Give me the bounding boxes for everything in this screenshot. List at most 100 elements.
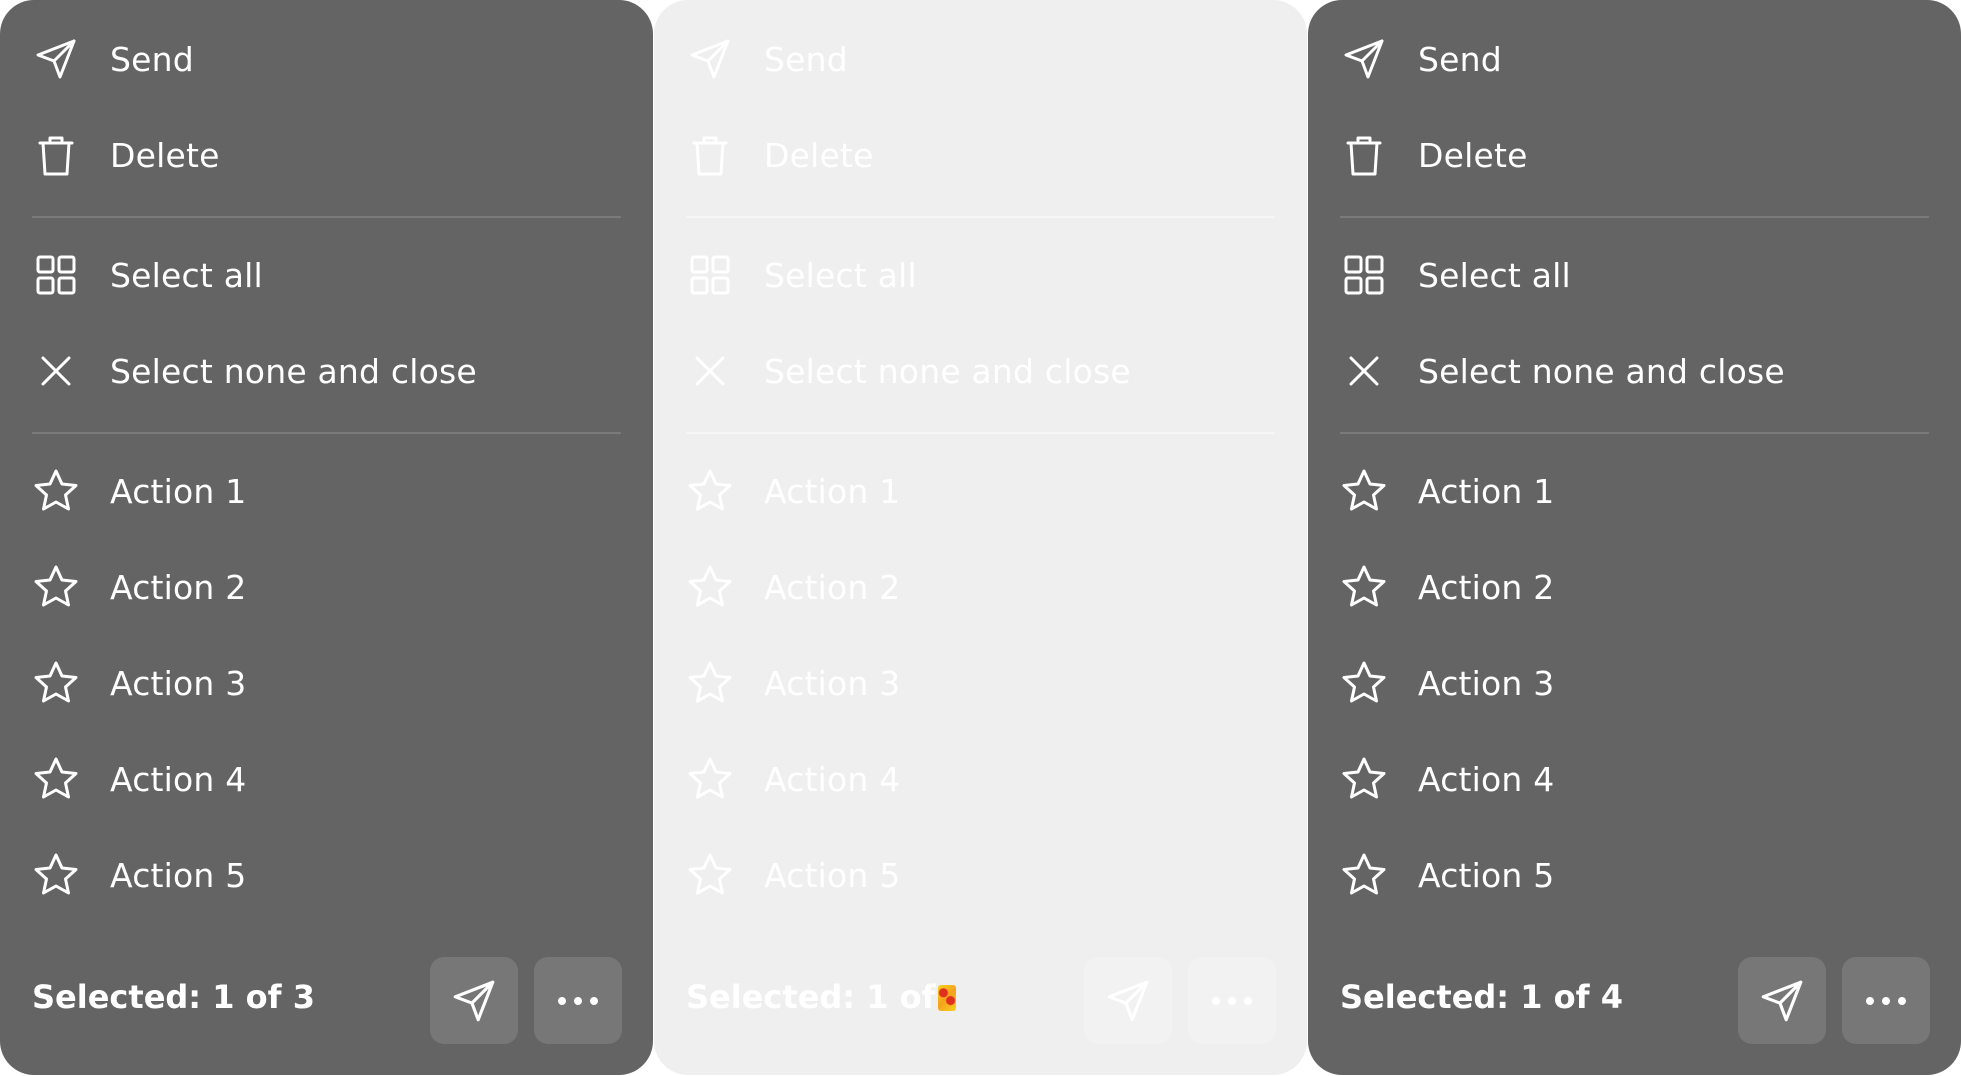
menu-item-label: Action 3 [110,663,247,703]
selection-count: Selected: 1 of 3 [32,978,315,1016]
action-menu-panel-3: Send Delete Select all Select none and c… [1308,0,1961,1075]
menu-item-label: Select none and close [110,351,477,391]
menu-item-action-2[interactable]: Action 2 [1308,552,1961,622]
divider [32,432,621,434]
more-button[interactable] [1842,957,1930,1044]
divider [1340,216,1929,218]
divider [1340,432,1929,434]
menu-item-label: Send [110,39,194,79]
menu-item-label: Action 4 [764,759,901,799]
menu-item-label: Action 2 [1418,567,1555,607]
menu-item-label: Action 1 [1418,471,1555,511]
divider [32,216,621,218]
menu-item-action-5[interactable]: Action 5 [0,840,653,910]
menu-item-action-4[interactable]: Action 4 [0,744,653,814]
menu-item-action-5[interactable]: Action 5 [654,840,1307,910]
menu-item-send[interactable]: Send [0,24,653,94]
menu-item-label: Action 3 [1418,663,1555,703]
star-icon [686,563,734,611]
action-menu-panel-1: Send Delete Select all Select none and c… [0,0,653,1075]
selection-count: Selected: 1 of [686,978,956,1016]
menu-item-delete[interactable]: Delete [654,120,1307,190]
menu-item-label: Action 5 [1418,855,1555,895]
menu-item-delete[interactable]: Delete [1308,120,1961,190]
star-icon [32,755,80,803]
menu-item-label: Select none and close [764,351,1131,391]
menu-item-label: Send [1418,39,1502,79]
more-button[interactable] [1188,957,1276,1044]
menu-item-action-3[interactable]: Action 3 [1308,648,1961,718]
menu-item-label: Delete [110,135,220,175]
menu-item-label: Delete [764,135,874,175]
menu-item-action-3[interactable]: Action 3 [0,648,653,718]
menu-item-delete[interactable]: Delete [0,120,653,190]
menu-item-action-1[interactable]: Action 1 [1308,456,1961,526]
menu-item-label: Action 2 [764,567,901,607]
menu-item-send[interactable]: Send [654,24,1307,94]
grid-icon [32,251,80,299]
menu-item-label: Action 1 [764,471,901,511]
menu-item-select-all[interactable]: Select all [1308,240,1961,310]
menu-item-label: Action 4 [110,759,247,799]
menu-item-action-5[interactable]: Action 5 [1308,840,1961,910]
divider [686,432,1275,434]
send-icon [32,35,80,83]
send-button[interactable] [430,957,518,1044]
selection-count: Selected: 1 of 4 [1340,978,1623,1016]
star-icon [32,659,80,707]
star-icon [1340,755,1388,803]
selection-count-text: Selected: 1 of [686,978,936,1016]
menu-item-action-3[interactable]: Action 3 [654,648,1307,718]
trash-icon [1340,131,1388,179]
star-icon [686,659,734,707]
send-button[interactable] [1084,957,1172,1044]
more-horizontal-icon [1212,996,1252,1005]
star-icon [1340,467,1388,515]
send-icon [449,976,499,1026]
menu-item-label: Select none and close [1418,351,1785,391]
star-icon [686,467,734,515]
menu-item-label: Action 4 [1418,759,1555,799]
menu-item-action-4[interactable]: Action 4 [1308,744,1961,814]
menu-item-label: Delete [1418,135,1528,175]
trash-icon [686,131,734,179]
more-button[interactable] [534,957,622,1044]
menu-item-send[interactable]: Send [1308,24,1961,94]
menu-item-action-2[interactable]: Action 2 [654,552,1307,622]
send-button[interactable] [1738,957,1826,1044]
more-horizontal-icon [1866,996,1906,1005]
menu-item-label: Select all [1418,255,1571,295]
star-icon [1340,563,1388,611]
stage: Send Delete Select all Select none and c… [0,0,1962,1076]
star-icon [1340,659,1388,707]
menu-item-action-4[interactable]: Action 4 [654,744,1307,814]
menu-item-select-all[interactable]: Select all [0,240,653,310]
send-icon [1757,976,1807,1026]
star-icon [686,755,734,803]
close-icon [686,347,734,395]
close-icon [32,347,80,395]
menu-item-select-all[interactable]: Select all [654,240,1307,310]
menu-item-select-none[interactable]: Select none and close [1308,336,1961,406]
menu-item-label: Action 5 [110,855,247,895]
star-icon [1340,851,1388,899]
star-icon [32,851,80,899]
menu-item-action-1[interactable]: Action 1 [654,456,1307,526]
action-menu-panel-2: Send Delete Select all Select none and c… [654,0,1307,1075]
grid-icon [1340,251,1388,299]
star-icon [32,563,80,611]
glitch-artifact [937,985,956,1011]
menu-item-label: Select all [110,255,263,295]
send-icon [1340,35,1388,83]
star-icon [32,467,80,515]
more-horizontal-icon [558,996,598,1005]
menu-item-label: Action 3 [764,663,901,703]
menu-item-select-none[interactable]: Select none and close [654,336,1307,406]
menu-item-label: Select all [764,255,917,295]
menu-item-action-1[interactable]: Action 1 [0,456,653,526]
menu-item-select-none[interactable]: Select none and close [0,336,653,406]
close-icon [1340,347,1388,395]
menu-item-action-2[interactable]: Action 2 [0,552,653,622]
send-icon [686,35,734,83]
menu-item-label: Action 5 [764,855,901,895]
